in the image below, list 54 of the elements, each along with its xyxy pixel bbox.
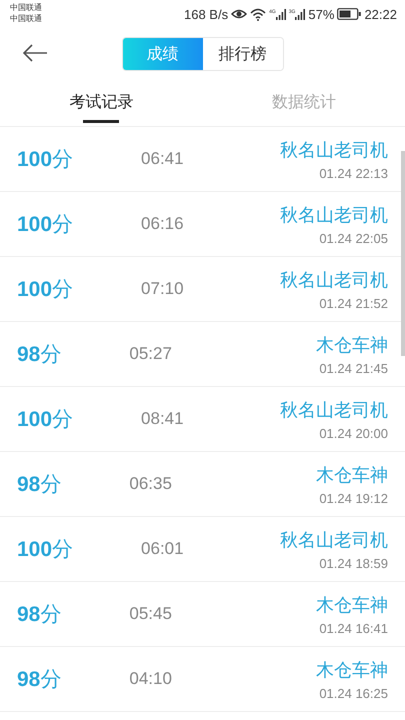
player-name: 秋名山老司机 [280,204,388,226]
score-text: 100分 [17,407,74,433]
date-text: 01.24 16:25 [319,686,388,700]
clock: 22:22 [364,6,397,22]
player-name: 秋名山老司机 [280,268,388,292]
date-text: 01.24 21:52 [319,296,388,310]
duration-text: 05:27 [129,344,172,364]
eye-icon [231,8,248,20]
battery-percent: 57% [308,6,334,22]
back-button[interactable] [22,43,48,63]
carrier-name: 中国联通 [10,2,42,13]
player-name: 秋名山老司机 [280,398,388,422]
score-text: 100分 [17,212,74,238]
network-speed: 168 B/s [184,6,228,22]
date-text: 01.24 22:05 [319,230,388,246]
battery-icon [337,8,362,20]
date-text: 01.24 19:12 [319,490,388,506]
score-text: 98分 [17,342,62,368]
duration-text: 07:10 [141,279,184,299]
record-row[interactable]: 100分 06:01 秋名山老司机 01.24 18:59 [0,517,405,582]
signal-icon [295,8,306,20]
player-name: 木仓车神 [316,334,388,356]
player-name: 秋名山老司机 [280,138,388,162]
score-text: 100分 [17,147,74,173]
duration-text: 06:01 [141,539,184,559]
score-text: 98分 [17,602,62,628]
duration-text: 05:45 [129,604,172,624]
duration-text: 06:41 [141,149,184,169]
duration-text: 04:10 [129,669,172,689]
player-name: 秋名山老司机 [280,528,388,552]
segment-tab[interactable]: 成绩 [122,38,202,70]
date-text: 01.24 20:00 [319,426,388,440]
score-text: 98分 [17,472,62,498]
tab[interactable]: 数据统计 [202,82,405,126]
wifi-icon [250,8,266,20]
date-text: 01.24 18:59 [319,556,388,570]
date-text: 01.24 22:13 [319,166,388,180]
player-name: 木仓车神 [316,658,388,682]
score-text: 98分 [17,667,62,693]
signal-icon [276,8,286,20]
date-text: 01.24 21:45 [319,360,388,376]
record-row[interactable]: 98分 05:45 木仓车神 01.24 16:41 [0,582,405,647]
record-row[interactable]: 98分 06:35 木仓车神 01.24 19:12 [0,452,405,517]
player-name: 木仓车神 [316,594,388,616]
duration-text: 08:41 [141,409,184,429]
duration-text: 06:16 [141,214,184,234]
carrier-name: 中国联通 [10,13,42,24]
score-text: 100分 [17,537,74,563]
duration-text: 06:35 [129,474,172,494]
record-row[interactable]: 100分 08:41 秋名山老司机 01.24 20:00 [0,387,405,452]
player-name: 木仓车神 [316,464,388,486]
score-text: 100分 [17,277,74,303]
date-text: 01.24 16:41 [319,620,388,636]
record-row[interactable]: 98分 04:10 木仓车神 01.24 16:25 [0,647,405,712]
